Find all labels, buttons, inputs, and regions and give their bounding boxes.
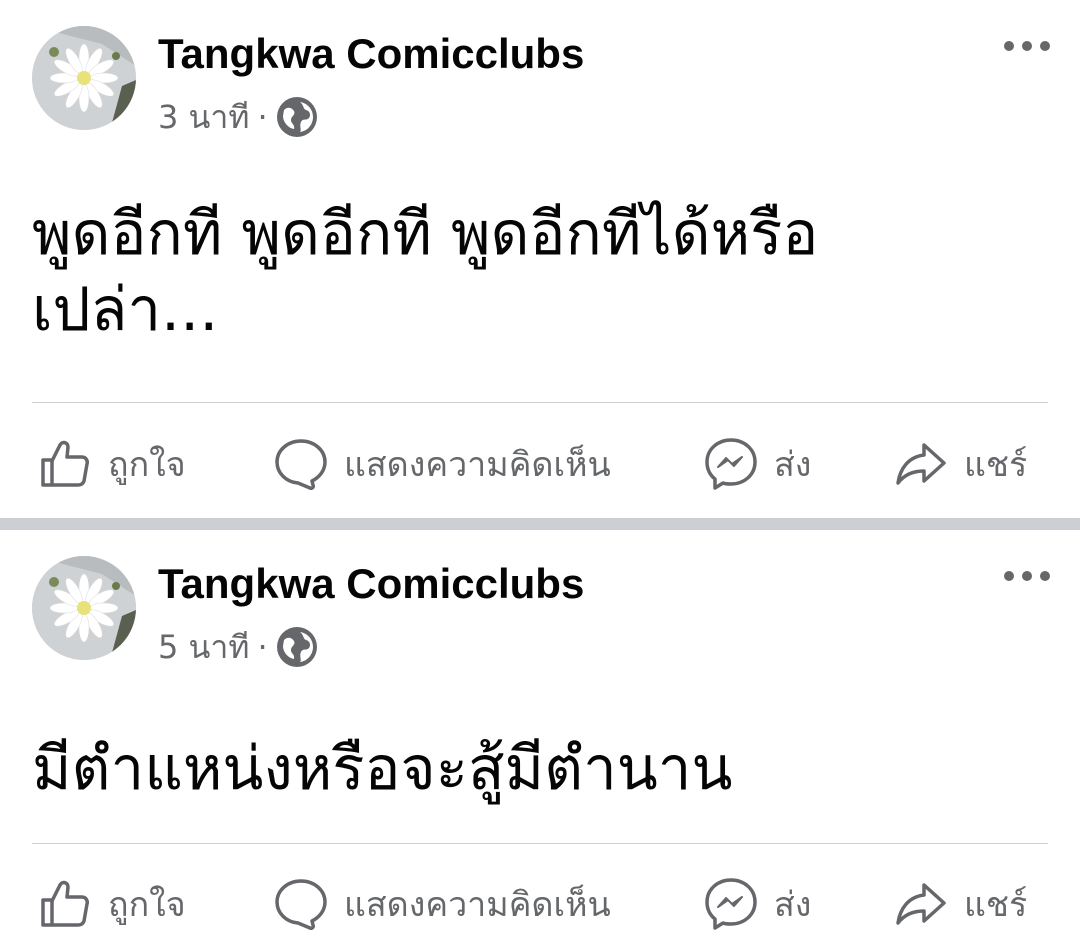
post-text-line: พูดอีกที พูดอีกที พูดอีกทีได้หรือ [32, 199, 819, 269]
comment-bubble-icon [275, 879, 327, 930]
avatar[interactable] [32, 26, 136, 130]
post-text: พูดอีกที พูดอีกที พูดอีกทีได้หรือ เปล่า.… [32, 196, 960, 348]
feed-separator [0, 518, 1080, 530]
post-time[interactable]: 3 นาที [158, 97, 249, 137]
share-label: แชร์ [964, 885, 1028, 925]
divider [32, 402, 1048, 403]
post-time[interactable]: 5 นาที [158, 627, 249, 667]
divider [32, 843, 1048, 844]
meta-separator: · [257, 628, 268, 666]
globe-icon[interactable] [276, 96, 318, 138]
thumbs-up-icon [41, 440, 89, 487]
share-button[interactable]: แชร์ [894, 424, 1027, 504]
like-button[interactable]: ถูกใจ [38, 424, 186, 504]
share-arrow-icon [896, 883, 946, 925]
send-label: ส่ง [774, 445, 812, 485]
share-label: แชร์ [964, 445, 1028, 485]
author-name[interactable]: Tangkwa Comicclubs [158, 560, 584, 608]
thumbs-up-icon [41, 880, 89, 927]
comment-label: แสดงความคิดเห็น [344, 445, 611, 485]
post-text-line: เปล่า... [32, 275, 219, 345]
post-card: Tangkwa Comicclubs 5 นาที · มีตำแหน่งหรื… [0, 530, 1080, 952]
post-text-line: มีตำแหน่งหรือจะสู้มีตำนาน [32, 734, 733, 804]
share-button[interactable]: แชร์ [894, 864, 1027, 944]
comment-button[interactable]: แสดงความคิดเห็น [274, 864, 611, 944]
globe-icon[interactable] [276, 626, 318, 668]
more-options-icon[interactable] [1004, 564, 1050, 588]
like-button[interactable]: ถูกใจ [38, 864, 186, 944]
post-card: Tangkwa Comicclubs 3 นาที · พูดอีกที พูด… [0, 0, 1080, 518]
send-label: ส่ง [774, 885, 812, 925]
post-meta: 5 นาที · [158, 626, 318, 668]
meta-separator: · [257, 98, 268, 136]
send-button[interactable]: ส่ง [704, 424, 811, 504]
share-arrow-icon [896, 443, 946, 485]
like-label: ถูกใจ [108, 445, 186, 485]
messenger-icon [705, 438, 757, 490]
like-label: ถูกใจ [108, 885, 186, 925]
comment-button[interactable]: แสดงความคิดเห็น [274, 424, 611, 504]
messenger-icon [705, 878, 757, 930]
flower-avatar-image [32, 556, 136, 660]
post-text: มีตำแหน่งหรือจะสู้มีตำนาน [32, 731, 960, 807]
action-bar: ถูกใจ แสดงความคิดเห็น ส่ง แชร์ [0, 424, 1080, 504]
author-name[interactable]: Tangkwa Comicclubs [158, 30, 584, 78]
send-button[interactable]: ส่ง [704, 864, 811, 944]
flower-avatar-image [32, 26, 136, 130]
comment-bubble-icon [275, 439, 327, 490]
comment-label: แสดงความคิดเห็น [344, 885, 611, 925]
avatar[interactable] [32, 556, 136, 660]
more-options-icon[interactable] [1004, 34, 1050, 58]
post-meta: 3 นาที · [158, 96, 318, 138]
action-bar: ถูกใจ แสดงความคิดเห็น ส่ง แชร์ [0, 864, 1080, 944]
